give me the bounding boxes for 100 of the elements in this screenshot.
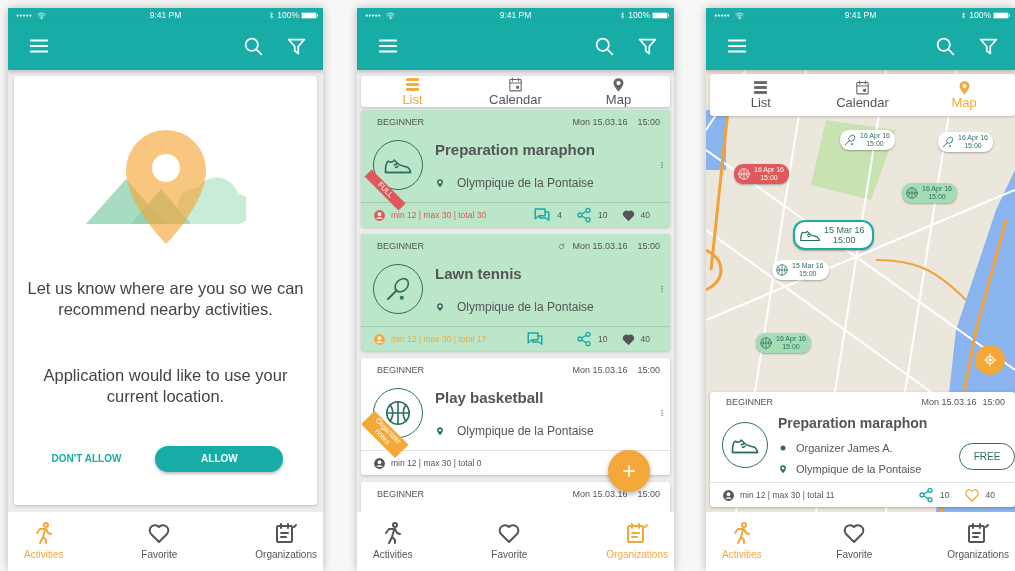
status-time: 9:41 PM <box>844 8 877 22</box>
activity-title: Lawn tennis <box>435 264 523 285</box>
calendar-icon <box>507 76 524 93</box>
nav-tab[interactable]: Organizations <box>945 521 1011 562</box>
activity-title: Preparation maraphon <box>778 414 929 433</box>
participants-text: min 12 | max 30 | total 11 <box>740 488 835 502</box>
activity-card[interactable]: BEGINNER Mon 15.03.16 15:00 <box>361 482 670 512</box>
nav-tab[interactable]: Organizations <box>253 521 319 562</box>
battery-icon <box>652 11 669 19</box>
view-tab[interactable]: Map <box>567 76 670 108</box>
battery-icon <box>301 11 318 19</box>
event-time: 15:00 <box>982 396 1005 410</box>
racket-icon <box>941 135 955 150</box>
participants-text: min 12 | max 30 | total 0 <box>391 456 482 470</box>
event-date: Mon 15.03.16 <box>572 115 628 129</box>
location-pin-icon <box>778 463 788 474</box>
basketball-icon <box>905 186 919 201</box>
permission-message: Let us know where are you so we can recommend nearby activities. <box>26 278 305 321</box>
level-label: BEGINNER <box>377 363 424 377</box>
heart-icon <box>963 487 980 503</box>
location-pin-icon <box>435 425 445 436</box>
nav-tab[interactable]: Favorite <box>834 521 875 562</box>
battery-percent: 100% <box>969 8 991 22</box>
location-pin-icon <box>435 177 445 188</box>
nav-tab[interactable]: Favorite <box>489 521 530 562</box>
event-date: Mon 15.03.16 <box>572 363 628 377</box>
activity-card[interactable]: BEGINNER Mon 15.03.16 15:00 Preparation maraphon Organizer James A. Olympique de la Pontaise FREE min 12 | max 30 | total 11 10 40 <box>710 392 1015 507</box>
count: 40 <box>985 488 995 502</box>
share-icon <box>576 331 593 348</box>
organizer-text: Organizer James A. <box>796 441 893 456</box>
wifi-icon <box>37 10 46 20</box>
map-marker[interactable]: 15 Mar 16 15:00 <box>793 220 874 250</box>
bluetooth-icon <box>960 10 968 20</box>
level-label: BEGINNER <box>377 115 424 129</box>
level-label: BEGINNER <box>726 396 773 410</box>
event-time: 15:00 <box>637 363 660 377</box>
search-icon[interactable] <box>594 35 615 57</box>
basketball-icon <box>775 263 789 278</box>
event-date: Mon 15.03.16 <box>572 239 628 253</box>
battery-icon <box>993 11 1010 19</box>
plus-icon <box>620 462 638 480</box>
bluetooth-icon <box>619 10 627 20</box>
location-text: Olympique de la Pontaise <box>457 174 594 192</box>
location-pin-icon <box>435 301 445 312</box>
calendar-note-icon <box>966 521 991 545</box>
level-label: BEGINNER <box>377 487 424 501</box>
battery-percent: 100% <box>628 8 650 22</box>
wifi-icon <box>386 10 395 20</box>
search-icon[interactable] <box>243 35 264 57</box>
count: 10 <box>940 488 950 502</box>
marker-date: 15 Mar 16 <box>824 224 865 235</box>
target-icon <box>983 353 997 367</box>
activity-title: Play basketball <box>435 388 545 409</box>
status-time: 9:41 PM <box>149 8 182 22</box>
count: 10 <box>598 208 608 222</box>
racket-icon <box>843 133 857 148</box>
view-tab[interactable]: Calendar <box>811 74 914 116</box>
share-icon <box>918 487 935 503</box>
activity-card[interactable]: BEGINNER Mon 15.03.16 15:00 Lawn tennis Olympique de la Pontaise min 12 | max 30 | total 17 10 40 <box>361 234 670 352</box>
nav-tab[interactable]: Favorite <box>139 521 180 562</box>
price-button[interactable]: FREE <box>959 442 1015 470</box>
heart-icon <box>842 521 867 545</box>
heart-icon <box>147 521 172 545</box>
level-label: BEGINNER <box>377 239 424 253</box>
basketball-icon <box>759 336 773 351</box>
view-tab[interactable]: List <box>710 74 812 116</box>
count: 10 <box>598 332 608 346</box>
location-text: Olympique de la Pontaise <box>457 422 594 440</box>
view-tab[interactable]: Calendar <box>464 76 567 108</box>
calendar-note-icon <box>625 521 650 545</box>
basketball-icon <box>737 167 751 182</box>
list-icon <box>752 79 770 97</box>
activity-title: Preparation maraphon <box>435 140 597 161</box>
battery-percent: 100% <box>277 8 299 22</box>
location-text: Olympique de la Pontaise <box>796 461 922 477</box>
heart-icon <box>621 208 635 222</box>
nav-tab[interactable]: Activities <box>371 521 415 562</box>
bluetooth-icon <box>268 10 276 20</box>
wifi-icon <box>735 10 744 20</box>
count: 40 <box>640 332 650 346</box>
calendar-note-icon <box>274 521 299 545</box>
list-icon <box>404 76 421 93</box>
marker-time: 15:00 <box>832 235 857 246</box>
event-time: 15:00 <box>637 487 660 501</box>
event-date: Mon 15.03.16 <box>572 487 628 501</box>
permission-request: Application would like to use your current location. <box>42 364 289 408</box>
event-date: Mon 15.03.16 <box>921 396 977 410</box>
status-time: 9:41 PM <box>499 8 532 22</box>
location-text: Olympique de la Pontaise <box>457 298 594 316</box>
event-time: 15:00 <box>637 239 660 253</box>
heart-icon <box>497 521 522 545</box>
participants-text: min 12 | max 30 | total 17 <box>391 332 487 346</box>
heart-icon <box>621 332 635 346</box>
search-icon[interactable] <box>935 35 956 57</box>
participants-text: min 12 | max 30 | total 30 <box>391 208 487 222</box>
count: 40 <box>640 208 650 222</box>
event-time: 15:00 <box>637 115 660 129</box>
calendar-icon <box>854 79 871 97</box>
count: 4 <box>557 208 563 222</box>
share-icon <box>576 207 593 224</box>
